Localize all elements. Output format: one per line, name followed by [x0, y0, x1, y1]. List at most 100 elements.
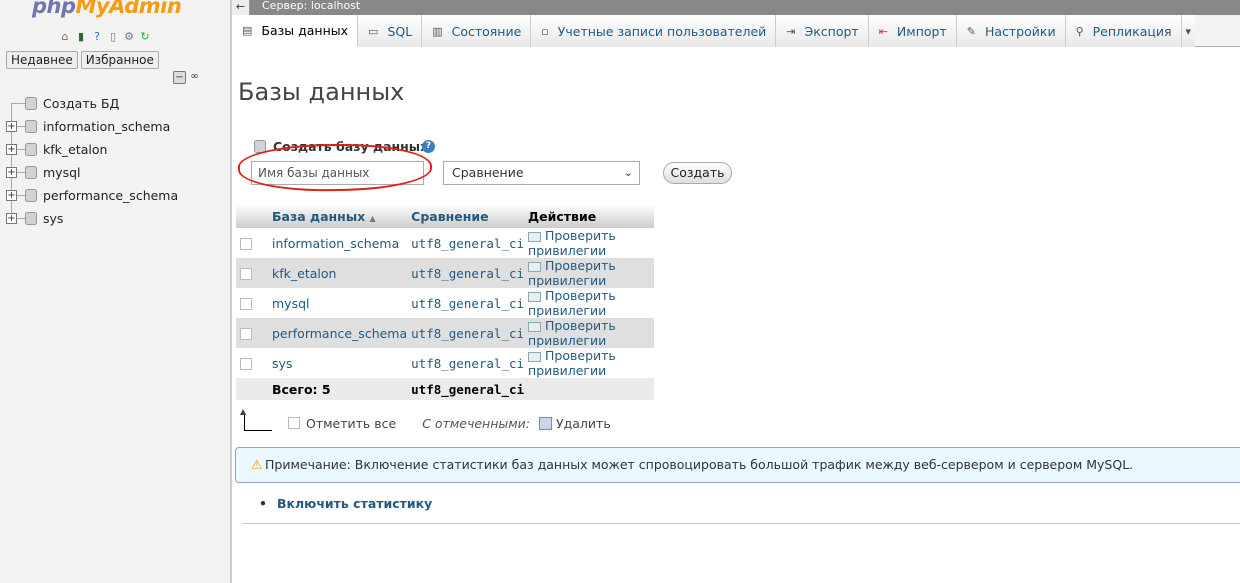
help-icon[interactable]: ? [90, 30, 104, 44]
favorites-button[interactable]: Избранное [80, 51, 159, 69]
table-row: information_schema utf8_general_ci Прове… [236, 228, 654, 258]
check-privileges-label: Проверить привилегии [528, 318, 616, 348]
check-privileges-link[interactable]: Проверить привилегии [524, 288, 654, 318]
check-privileges-link[interactable]: Проверить привилегии [524, 318, 654, 348]
docs-icon[interactable]: ▯ [106, 30, 120, 44]
check-privileges-link[interactable]: Проверить привилегии [524, 258, 654, 288]
collapse-all-icon[interactable]: − [173, 71, 186, 84]
create-button[interactable]: Создать [663, 162, 732, 184]
check-privileges-label: Проверить привилегии [528, 258, 616, 288]
database-icon [25, 212, 37, 225]
database-name-link[interactable]: mysql [268, 288, 408, 318]
total-count: Всего: 5 [268, 378, 408, 400]
database-icon [25, 120, 37, 133]
privileges-icon [528, 231, 542, 242]
row-checkbox[interactable] [240, 298, 252, 310]
tab-sql[interactable]: ▭ SQL [358, 15, 423, 47]
tree-item-label: information_schema [43, 119, 171, 134]
bulk-actions-row: Отметить все С отмеченными: Удалить [240, 407, 611, 431]
tree-item-label: kfk_etalon [43, 142, 108, 157]
row-checkbox-cell [236, 288, 268, 318]
tree-item-create-db[interactable]: Создать БД [0, 92, 230, 115]
more-menu[interactable]: ▾ [1181, 15, 1196, 47]
create-database-legend-text: Создать базу данных [273, 139, 429, 154]
tab-label: Настройки [984, 23, 1056, 39]
enable-statistics-link[interactable]: Включить статистику [259, 496, 432, 511]
export-icon: ⇥ [786, 24, 796, 38]
tree-item-mysql[interactable]: + mysql [0, 161, 230, 184]
expand-icon[interactable]: + [6, 121, 17, 132]
privileges-icon [528, 261, 542, 272]
database-name-link[interactable]: kfk_etalon [268, 258, 408, 288]
tree-item-label: Создать БД [43, 96, 120, 111]
tab-user-accounts[interactable]: ▫ Учетные записи пользователей [531, 15, 777, 47]
phpmyadmin-logo[interactable]: phpMyAdmin [32, 0, 182, 18]
wrench-icon: ✎ [966, 24, 976, 38]
collation-select[interactable]: Сравнение ⌄ [443, 161, 640, 185]
panel-resizer[interactable] [230, 0, 232, 583]
row-checkbox[interactable] [240, 358, 252, 370]
help-icon[interactable]: ? [422, 140, 435, 153]
collation-cell: utf8_general_ci [407, 288, 525, 318]
settings-gear-icon[interactable]: ⚙ [122, 30, 136, 44]
tree-line [11, 103, 25, 104]
row-checkbox[interactable] [240, 328, 252, 340]
logo-myadmin: MyAdmin [75, 0, 182, 18]
row-checkbox-cell [236, 228, 268, 258]
tree-item-sys[interactable]: + sys [0, 207, 230, 230]
create-database-legend: Создать базу данных [255, 139, 428, 154]
collation-cell: utf8_general_ci [407, 228, 525, 258]
tab-status[interactable]: ▥ Состояние [422, 15, 532, 47]
tree-item-kfk-etalon[interactable]: + kfk_etalon [0, 138, 230, 161]
tab-databases[interactable]: ▤ Базы данных [232, 15, 359, 47]
chevron-down-icon: ⌄ [623, 166, 633, 179]
tab-replication[interactable]: ⚲ Репликация [1065, 15, 1182, 47]
privileges-icon [528, 321, 542, 332]
tab-label: Импорт [896, 23, 947, 39]
expand-icon[interactable]: + [6, 190, 17, 201]
database-name-link[interactable]: sys [268, 348, 408, 378]
table-row: kfk_etalon utf8_general_ci Проверить при… [236, 258, 654, 288]
tab-settings[interactable]: ✎ Настройки [956, 15, 1066, 47]
check-privileges-link[interactable]: Проверить привилегии [524, 228, 654, 258]
divider [242, 523, 1240, 524]
expand-icon[interactable]: + [6, 213, 17, 224]
database-name-input[interactable] [251, 161, 424, 185]
row-checkbox[interactable] [240, 268, 252, 280]
databases-table: База данных ▲ Сравнение Действие informa… [236, 204, 654, 400]
header-collation[interactable]: Сравнение [407, 204, 525, 228]
sort-asc-icon: ▲ [369, 213, 376, 223]
expand-icon[interactable]: + [6, 144, 17, 155]
header-database[interactable]: База данных ▲ [268, 204, 408, 228]
table-total-row: Всего: 5 utf8_general_ci [236, 378, 654, 400]
check-all-checkbox[interactable] [288, 417, 300, 429]
expand-icon[interactable]: + [6, 167, 17, 178]
tree-item-performance-schema[interactable]: + performance_schema [0, 184, 230, 207]
tree-item-information-schema[interactable]: + information_schema [0, 115, 230, 138]
total-action-cell [524, 378, 654, 400]
back-arrow-icon[interactable]: ← [232, 0, 250, 15]
database-name-link[interactable]: performance_schema [268, 318, 408, 348]
page-title: Базы данных [238, 78, 405, 106]
server-breadcrumb[interactable]: Сервер: localhost [262, 0, 360, 12]
reload-icon[interactable]: ↻ [138, 30, 152, 44]
link-icon[interactable]: ∞ [188, 71, 201, 84]
tree-item-label: sys [43, 211, 64, 226]
tab-import[interactable]: ⇤ Импорт [868, 15, 957, 47]
drop-button[interactable]: Удалить [556, 416, 611, 431]
tab-export[interactable]: ⇥ Экспорт [776, 15, 869, 47]
row-checkbox[interactable] [240, 238, 252, 250]
exit-icon[interactable]: ▮ [74, 30, 88, 44]
total-empty-cell [236, 378, 268, 400]
home-icon[interactable]: ⌂ [58, 30, 72, 44]
recent-favorites-tabs: Недавнее Избранное [6, 51, 159, 69]
navigation-panel: phpMyAdmin ⌂ ▮ ? ▯ ⚙ ↻ Недавнее Избранно… [0, 0, 230, 583]
tree-controls: − ∞ [173, 71, 201, 84]
database-icon: ▤ [242, 24, 253, 37]
recent-button[interactable]: Недавнее [6, 51, 78, 69]
check-privileges-link[interactable]: Проверить привилегии [524, 348, 654, 378]
check-all-label[interactable]: Отметить все [306, 416, 396, 431]
database-name-link[interactable]: information_schema [268, 228, 408, 258]
drop-icon[interactable] [539, 416, 553, 430]
tree-item-label: performance_schema [43, 188, 179, 203]
